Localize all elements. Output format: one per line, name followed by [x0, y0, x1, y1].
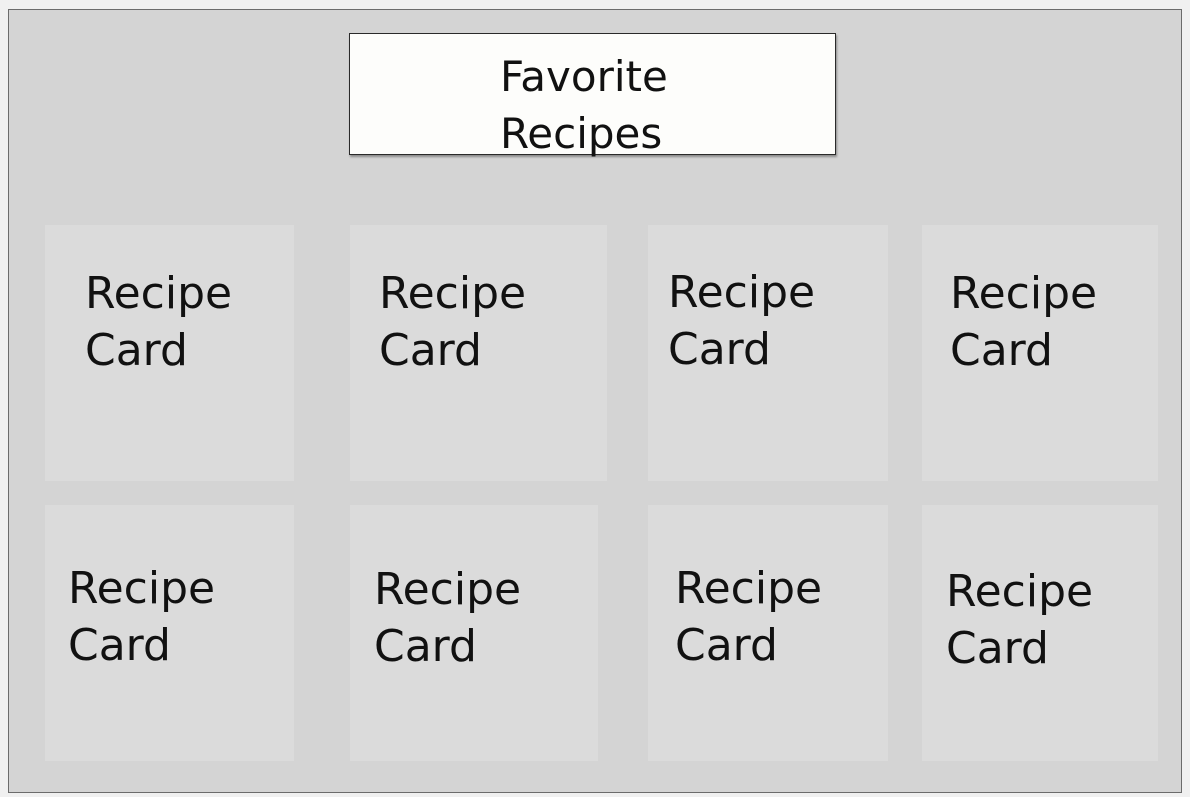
recipe-card-label: Recipe Card: [950, 268, 1098, 376]
recipe-card[interactable]: Recipe Card: [350, 505, 598, 761]
recipe-card[interactable]: Recipe Card: [922, 225, 1158, 481]
recipe-card-label: Recipe Card: [374, 564, 522, 672]
page-title: Favorite Recipes: [500, 52, 668, 158]
recipe-card[interactable]: Recipe Card: [648, 225, 888, 481]
recipe-card[interactable]: Recipe Card: [648, 505, 888, 761]
recipe-card[interactable]: Recipe Card: [45, 505, 294, 761]
page-title-box: Favorite Recipes: [349, 33, 836, 158]
recipe-card-label: Recipe Card: [675, 563, 823, 671]
recipe-card-label: Recipe Card: [379, 268, 527, 376]
recipe-card-label: Recipe Card: [668, 267, 816, 375]
recipe-card-label: Recipe Card: [68, 563, 216, 671]
recipe-card[interactable]: Recipe Card: [45, 225, 294, 481]
recipe-card-label: Recipe Card: [85, 268, 233, 376]
recipe-card[interactable]: Recipe Card: [350, 225, 607, 481]
recipe-card[interactable]: Recipe Card: [922, 505, 1158, 761]
recipe-card-label: Recipe Card: [946, 566, 1094, 674]
